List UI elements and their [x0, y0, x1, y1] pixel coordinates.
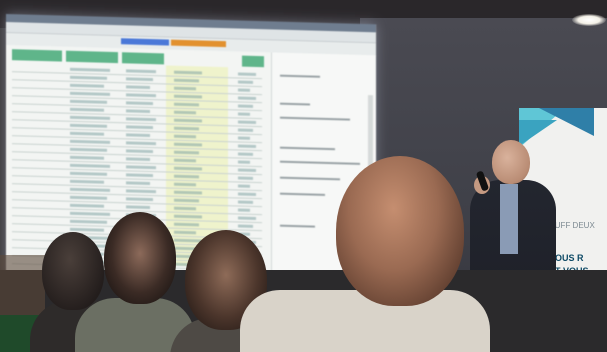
side-panel-line: [280, 74, 320, 78]
grid-cell: [126, 125, 153, 130]
grid-cell: [70, 139, 110, 144]
grid-cell: [126, 197, 153, 202]
grid-cell: [126, 133, 150, 138]
grid-cell: [238, 216, 256, 220]
grid-cell: [126, 85, 150, 90]
conference-scene: RUFF DEUX VOUS R ET VOUS: [0, 0, 607, 352]
grid-cell: [70, 115, 110, 120]
grid-cell: [70, 171, 107, 176]
grid-cell: [126, 69, 156, 74]
ribbon-blue-tag: [121, 38, 169, 46]
grid-cell: [70, 99, 107, 104]
ceiling-light: [572, 14, 606, 26]
grid-cell: [126, 117, 156, 122]
grid-cell: [70, 147, 107, 152]
grid-cell: [70, 179, 104, 184]
grid-cell: [174, 230, 196, 235]
grid-cell: [238, 176, 253, 180]
grid-cell: [126, 93, 156, 98]
audience-member-head: [336, 156, 464, 306]
grid-cell: [238, 128, 253, 132]
grid-cell: [70, 75, 107, 80]
grid-cell: [238, 184, 250, 188]
grid-cell: [126, 77, 153, 82]
grid-cell: [238, 160, 250, 164]
side-panel-line: [280, 146, 335, 151]
ribbon-orange-tag: [171, 39, 226, 48]
grid-cell: [238, 144, 256, 148]
grid-cell: [174, 110, 196, 115]
grid-header-cell: [122, 52, 164, 65]
side-panel-line: [280, 176, 340, 181]
grid-cell: [238, 136, 250, 140]
grid-cell: [238, 168, 256, 172]
grid-cell: [174, 134, 196, 139]
audience-member-head: [42, 232, 104, 310]
banner-logo-shape: [519, 120, 557, 146]
grid-cell: [70, 211, 110, 216]
grid-cell: [238, 112, 250, 116]
grid-cell: [70, 155, 104, 160]
grid-cell: [238, 152, 253, 156]
grid-cell: [238, 88, 250, 92]
grid-header-cell: [242, 55, 264, 68]
grid-cell: [126, 149, 153, 154]
grid-cell: [126, 101, 153, 106]
grid-cell: [126, 181, 150, 186]
grid-cell: [70, 67, 110, 72]
grid-cell: [70, 123, 107, 128]
audience-member-shoulders: [240, 290, 490, 352]
side-panel-line: [280, 116, 350, 121]
grid-cell: [126, 205, 150, 210]
grid-cell: [238, 96, 256, 100]
grid-cell: [70, 91, 110, 96]
speaker-shirt: [500, 184, 518, 254]
grid-cell: [238, 104, 253, 108]
grid-cell: [238, 192, 256, 196]
grid-cell: [70, 219, 107, 224]
chair: [0, 255, 45, 315]
grid-cell: [126, 173, 153, 178]
grid-cell: [174, 86, 196, 91]
grid-cell: [238, 72, 256, 76]
grid-header-cell: [66, 50, 118, 64]
side-panel-line: [280, 224, 315, 228]
grid-cell: [70, 131, 104, 136]
grid-cell: [238, 80, 253, 84]
grid-cell: [174, 158, 196, 163]
speaker-head: [492, 140, 530, 184]
grid-cell: [238, 224, 253, 228]
side-panel-line: [280, 192, 325, 196]
grid-cell: [126, 165, 156, 170]
grid-header-cell: [12, 49, 62, 62]
grid-cell: [126, 141, 156, 146]
grid-cell: [70, 107, 104, 112]
grid-cell: [238, 200, 253, 204]
grid-cell: [238, 120, 256, 124]
grid-cell: [70, 195, 107, 200]
grid-cell: [126, 189, 156, 194]
grid-cell: [70, 187, 110, 192]
grid-cell: [70, 83, 104, 88]
side-panel-line: [280, 160, 360, 165]
grid-cell: [174, 182, 196, 187]
grid-cell: [238, 208, 250, 212]
grid-cell: [126, 157, 150, 162]
grid-cell: [126, 109, 150, 114]
grid-cell: [174, 206, 196, 211]
audience-member-head: [104, 212, 176, 304]
grid-cell: [70, 203, 104, 208]
grid-cell: [70, 163, 110, 168]
side-panel-line: [280, 102, 310, 106]
